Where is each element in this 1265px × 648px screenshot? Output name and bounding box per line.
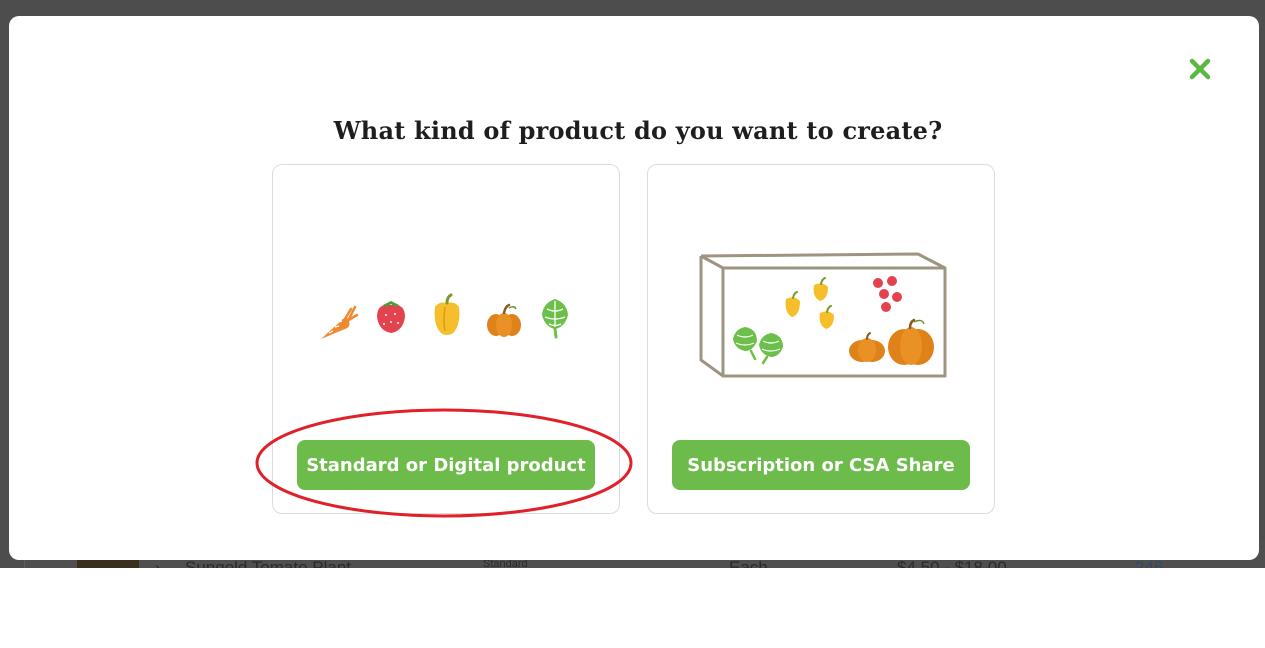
create-product-modal: What kind of product do you want to crea… xyxy=(9,16,1259,560)
subscription-product-card[interactable]: Subscription or CSA Share xyxy=(647,164,995,514)
close-button[interactable] xyxy=(1185,54,1215,84)
close-x-icon xyxy=(1189,58,1211,80)
subscription-product-button[interactable]: Subscription or CSA Share xyxy=(672,440,970,490)
produce-box-icon xyxy=(699,252,947,378)
pumpkin-icon xyxy=(849,318,934,365)
pepper-icon xyxy=(434,293,460,335)
artichoke-icon xyxy=(542,299,568,339)
strawberry-icon xyxy=(377,301,405,333)
pumpkin-icon xyxy=(487,303,521,337)
modal-title: What kind of product do you want to crea… xyxy=(333,116,943,145)
vegetables-row-icon xyxy=(321,293,568,339)
standard-product-card[interactable]: Standard or Digital product xyxy=(272,164,620,514)
carrot-icon xyxy=(321,305,359,339)
strawberry-icon xyxy=(873,276,902,312)
standard-product-button[interactable]: Standard or Digital product xyxy=(297,440,595,490)
pepper-icon xyxy=(785,283,834,329)
